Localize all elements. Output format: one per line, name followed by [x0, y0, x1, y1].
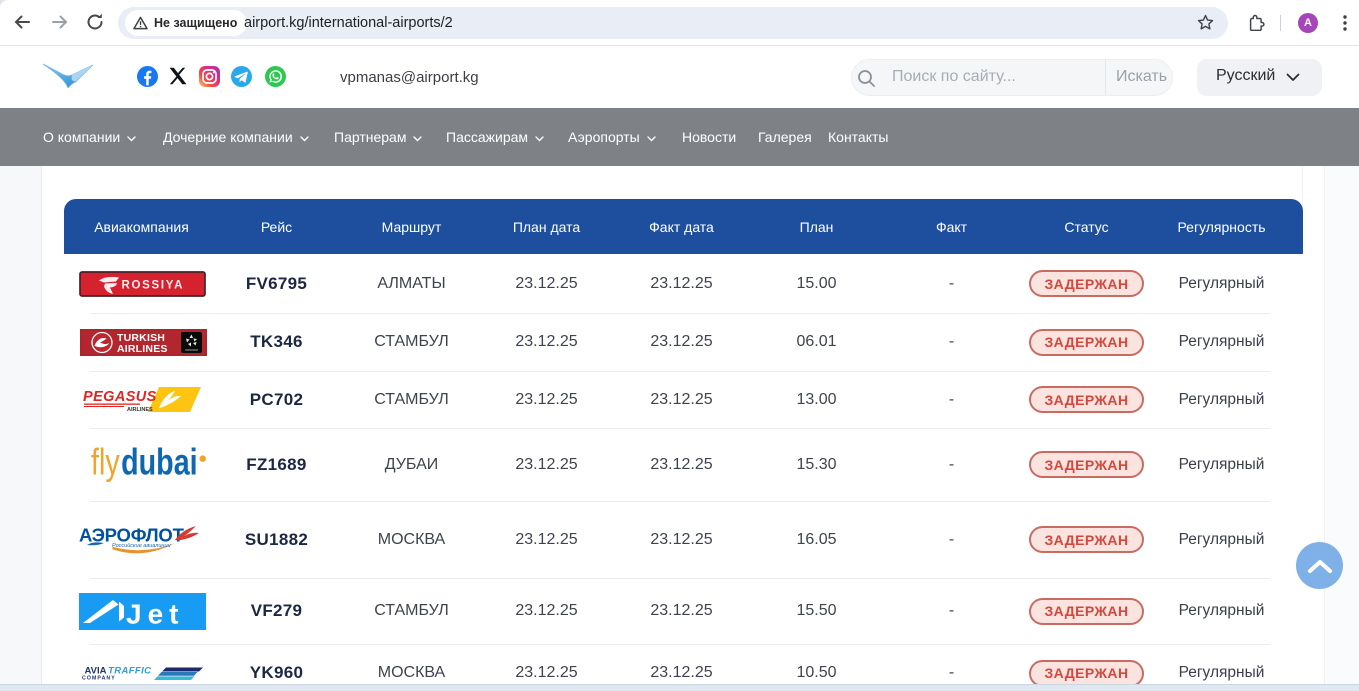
svg-text:AIRLINES: AIRLINES: [127, 407, 153, 413]
svg-text:dubai: dubai: [121, 444, 197, 482]
svg-text:COMPANY: COMPANY: [82, 676, 116, 682]
svg-text:Jet: Jet: [126, 598, 184, 629]
svg-text:AIRLINES: AIRLINES: [117, 343, 168, 355]
svg-text:ROSSIYA: ROSSIYA: [121, 279, 184, 291]
svg-text:Российские авиалинии: Российские авиалинии: [112, 542, 171, 549]
svg-text:PEGASUS: PEGASUS: [83, 389, 157, 405]
svg-text:fly: fly: [91, 444, 120, 482]
